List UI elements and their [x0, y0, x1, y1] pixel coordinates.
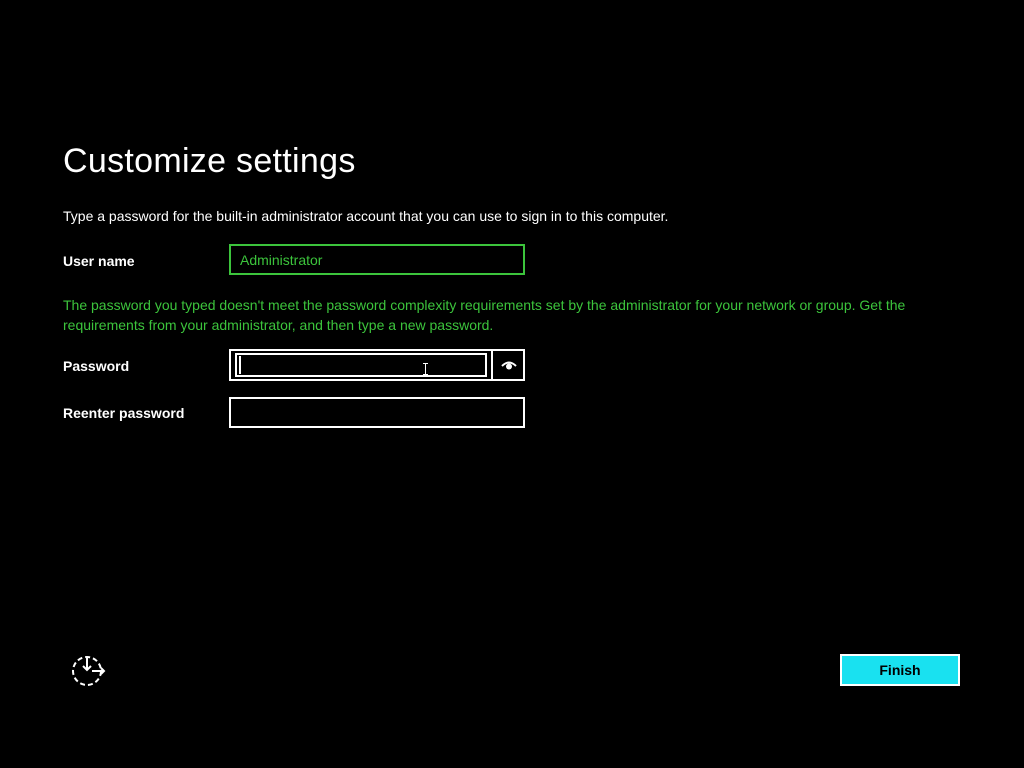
password-label: Password — [63, 358, 130, 374]
ease-of-access-icon — [72, 656, 106, 686]
ease-of-access-button[interactable] — [70, 654, 108, 688]
reenter-password-label: Reenter password — [63, 405, 185, 421]
password-field-divider — [491, 351, 493, 379]
page-title: Customize settings — [63, 142, 356, 180]
username-label: User name — [63, 253, 135, 269]
reveal-password-button[interactable] — [495, 351, 523, 379]
ibeam-cursor-icon — [423, 363, 428, 375]
text-caret — [239, 356, 241, 374]
password-field[interactable] — [235, 353, 487, 377]
eye-icon — [501, 361, 517, 370]
reenter-password-field[interactable] — [229, 397, 525, 428]
password-field-container — [229, 349, 525, 381]
instructions-text: Type a password for the built-in adminis… — [63, 208, 669, 224]
password-error-message: The password you typed doesn't meet the … — [63, 297, 906, 333]
finish-button[interactable]: Finish — [840, 654, 960, 686]
setup-screen: Customize settings Type a password for t… — [0, 0, 1024, 768]
username-field[interactable] — [229, 244, 525, 275]
